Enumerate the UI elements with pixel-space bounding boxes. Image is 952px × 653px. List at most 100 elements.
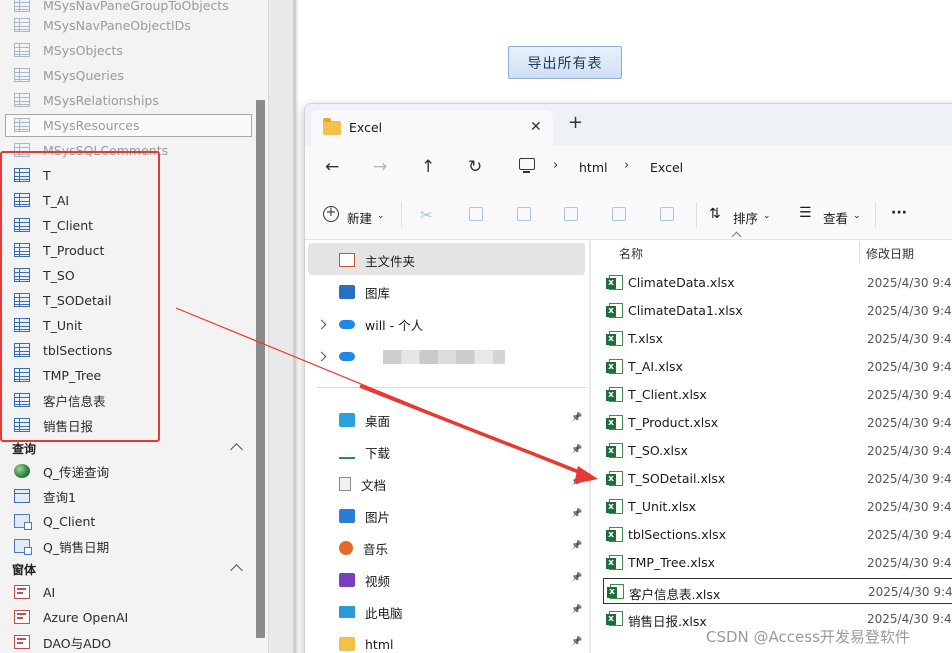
explorer-nav-label: 桌面 bbox=[365, 413, 391, 429]
breadcrumb-excel[interactable]: Excel bbox=[650, 160, 683, 175]
breadcrumb-separator-icon[interactable]: › bbox=[553, 158, 558, 173]
file-modified-date: 2025/4/30 9:49 bbox=[867, 360, 952, 374]
more-options-icon[interactable]: ··· bbox=[891, 205, 907, 221]
nav-item-label: MSysQueries bbox=[43, 67, 124, 83]
nav-form-item[interactable]: Azure OpenAI bbox=[14, 606, 128, 628]
column-header-modified-date[interactable]: 修改日期 bbox=[866, 245, 914, 262]
toolbar-separator bbox=[401, 202, 402, 228]
delete-icon[interactable] bbox=[660, 207, 674, 221]
nav-form-item[interactable]: DAO与ADO bbox=[14, 631, 111, 653]
pin-icon[interactable]: 📌 bbox=[571, 445, 582, 455]
collapse-queries-icon[interactable] bbox=[230, 443, 243, 456]
nav-pane-scrollbar[interactable] bbox=[256, 100, 265, 638]
forward-icon[interactable]: → bbox=[373, 158, 387, 176]
file-row[interactable]: T_Unit.xlsx 2025/4/30 9:49 bbox=[603, 494, 952, 520]
breadcrumb-separator-icon[interactable]: › bbox=[624, 158, 629, 173]
explorer-nav-item[interactable]: 音乐 bbox=[339, 536, 388, 560]
nav-form-item[interactable]: AI bbox=[14, 581, 55, 603]
nav-table-item[interactable]: MSysRelationships bbox=[14, 89, 159, 111]
excel-file-icon bbox=[606, 303, 623, 318]
sort-button[interactable]: 排序 bbox=[733, 208, 758, 227]
pin-icon[interactable]: 📌 bbox=[571, 605, 582, 615]
file-row[interactable]: tblSections.xlsx 2025/4/30 9:49 bbox=[603, 522, 952, 548]
column-header-name[interactable]: 名称 bbox=[619, 245, 643, 262]
file-row[interactable]: T_Product.xlsx 2025/4/30 9:49 bbox=[603, 410, 952, 436]
explorer-nav-item[interactable]: 桌面 bbox=[339, 408, 390, 432]
column-divider[interactable] bbox=[859, 242, 860, 264]
nav-table-item[interactable]: MSysResources bbox=[14, 114, 139, 136]
chevron-down-icon[interactable]: ⌄ bbox=[853, 211, 861, 221]
file-row[interactable]: TMP_Tree.xlsx 2025/4/30 9:49 bbox=[603, 550, 952, 576]
export-all-tables-button[interactable]: 导出所有表 bbox=[508, 46, 622, 79]
file-row[interactable]: ClimateData1.xlsx 2025/4/30 9:49 bbox=[603, 298, 952, 324]
explorer-nav-item[interactable]: html bbox=[339, 632, 393, 653]
refresh-icon[interactable]: ↻ bbox=[468, 158, 482, 176]
file-list-header: 名称 修改日期 bbox=[607, 231, 952, 266]
video-icon bbox=[339, 573, 355, 587]
file-row[interactable]: 客户信息表.xlsx 2025/4/30 9:49 bbox=[603, 578, 952, 604]
back-icon[interactable]: ← bbox=[325, 158, 339, 176]
nav-table-item[interactable]: MSysQueries bbox=[14, 64, 124, 86]
rename-icon[interactable] bbox=[564, 207, 578, 221]
sort-icon[interactable]: ⇅ bbox=[709, 206, 721, 222]
file-row[interactable]: ClimateData.xlsx 2025/4/30 9:49 bbox=[603, 270, 952, 296]
new-button[interactable]: 新建 bbox=[347, 208, 372, 227]
explorer-nav-item[interactable] bbox=[339, 344, 365, 368]
paste-icon[interactable] bbox=[517, 207, 531, 221]
close-tab-icon[interactable]: ✕ bbox=[530, 119, 542, 135]
explorer-nav-item[interactable]: 下载 bbox=[339, 440, 390, 464]
nav-pane-scrollbar[interactable] bbox=[589, 240, 591, 653]
pin-icon[interactable]: 📌 bbox=[571, 413, 582, 423]
view-icon[interactable]: ☰ bbox=[799, 205, 812, 221]
nav-query-item[interactable]: Q_传递查询 bbox=[14, 460, 109, 482]
pin-icon[interactable]: 📌 bbox=[571, 477, 582, 487]
explorer-navigation-pane: 主文件夹图库 will - 个人桌面 📌 下载 📌 文档 📌 图片 📌 音乐 📌 视频 📌 此电脑 📌 htm… bbox=[305, 240, 592, 653]
view-button[interactable]: 查看 bbox=[823, 208, 848, 227]
cut-icon[interactable]: ✂ bbox=[420, 206, 433, 224]
file-row[interactable]: T_AI.xlsx 2025/4/30 9:49 bbox=[603, 354, 952, 380]
pin-icon[interactable]: 📌 bbox=[571, 637, 582, 647]
form-icon bbox=[14, 585, 30, 599]
up-icon[interactable]: ↑ bbox=[421, 158, 435, 176]
file-name: T_SO.xlsx bbox=[628, 443, 688, 458]
table-icon bbox=[14, 43, 30, 57]
chevron-down-icon[interactable]: ⌄ bbox=[763, 211, 771, 221]
query-icon bbox=[14, 514, 32, 530]
forms-section-label: 窗体 bbox=[12, 562, 37, 577]
breadcrumb-html[interactable]: html bbox=[579, 160, 607, 175]
new-icon[interactable]: + bbox=[323, 206, 339, 222]
explorer-nav-item[interactable]: 文档 bbox=[339, 472, 386, 496]
copy-icon[interactable] bbox=[469, 207, 483, 221]
watermark: CSDN @Access开发易登软件 bbox=[706, 628, 910, 646]
explorer-nav-item[interactable]: 图库 bbox=[339, 280, 390, 304]
file-row[interactable]: T_Client.xlsx 2025/4/30 9:49 bbox=[603, 382, 952, 408]
excel-file-icon bbox=[606, 359, 623, 374]
collapse-forms-icon[interactable] bbox=[230, 564, 243, 577]
pin-icon[interactable]: 📌 bbox=[571, 573, 582, 583]
file-modified-date: 2025/4/30 9:49 bbox=[867, 556, 952, 570]
explorer-nav-item[interactable]: 主文件夹 bbox=[339, 248, 415, 272]
file-row[interactable]: T_SODetail.xlsx 2025/4/30 9:49 bbox=[603, 466, 952, 492]
nav-query-item[interactable]: 查询1 bbox=[14, 485, 76, 507]
file-row[interactable]: T.xlsx 2025/4/30 9:49 bbox=[603, 326, 952, 352]
chevron-down-icon[interactable]: ⌄ bbox=[377, 211, 385, 221]
nav-table-item[interactable]: MSysObjects bbox=[14, 39, 123, 61]
new-tab-icon[interactable]: + bbox=[568, 114, 583, 132]
tab-excel[interactable]: Excel ✕ bbox=[311, 110, 553, 146]
pin-icon[interactable]: 📌 bbox=[571, 509, 582, 519]
pin-icon[interactable]: 📌 bbox=[571, 541, 582, 551]
explorer-nav-item[interactable]: 视频 bbox=[339, 568, 390, 592]
nav-table-item[interactable]: MSysNavPaneObjectIDs bbox=[14, 14, 191, 36]
forms-section-header[interactable]: 窗体 bbox=[12, 559, 36, 579]
share-icon[interactable] bbox=[612, 207, 626, 221]
file-modified-date: 2025/4/30 9:49 bbox=[867, 276, 952, 290]
explorer-nav-item[interactable]: will - 个人 bbox=[339, 312, 423, 336]
nav-query-item[interactable]: Q_销售日期 bbox=[14, 535, 109, 557]
nav-item-label: AI bbox=[43, 584, 56, 600]
explorer-nav-item[interactable]: 图片 bbox=[339, 504, 390, 528]
nav-query-item[interactable]: Q_Client bbox=[14, 510, 95, 532]
explorer-nav-item[interactable]: 此电脑 bbox=[339, 600, 403, 624]
expand-chevron-icon[interactable] bbox=[316, 319, 327, 330]
expand-chevron-icon[interactable] bbox=[316, 351, 327, 362]
file-row[interactable]: T_SO.xlsx 2025/4/30 9:49 bbox=[603, 438, 952, 464]
